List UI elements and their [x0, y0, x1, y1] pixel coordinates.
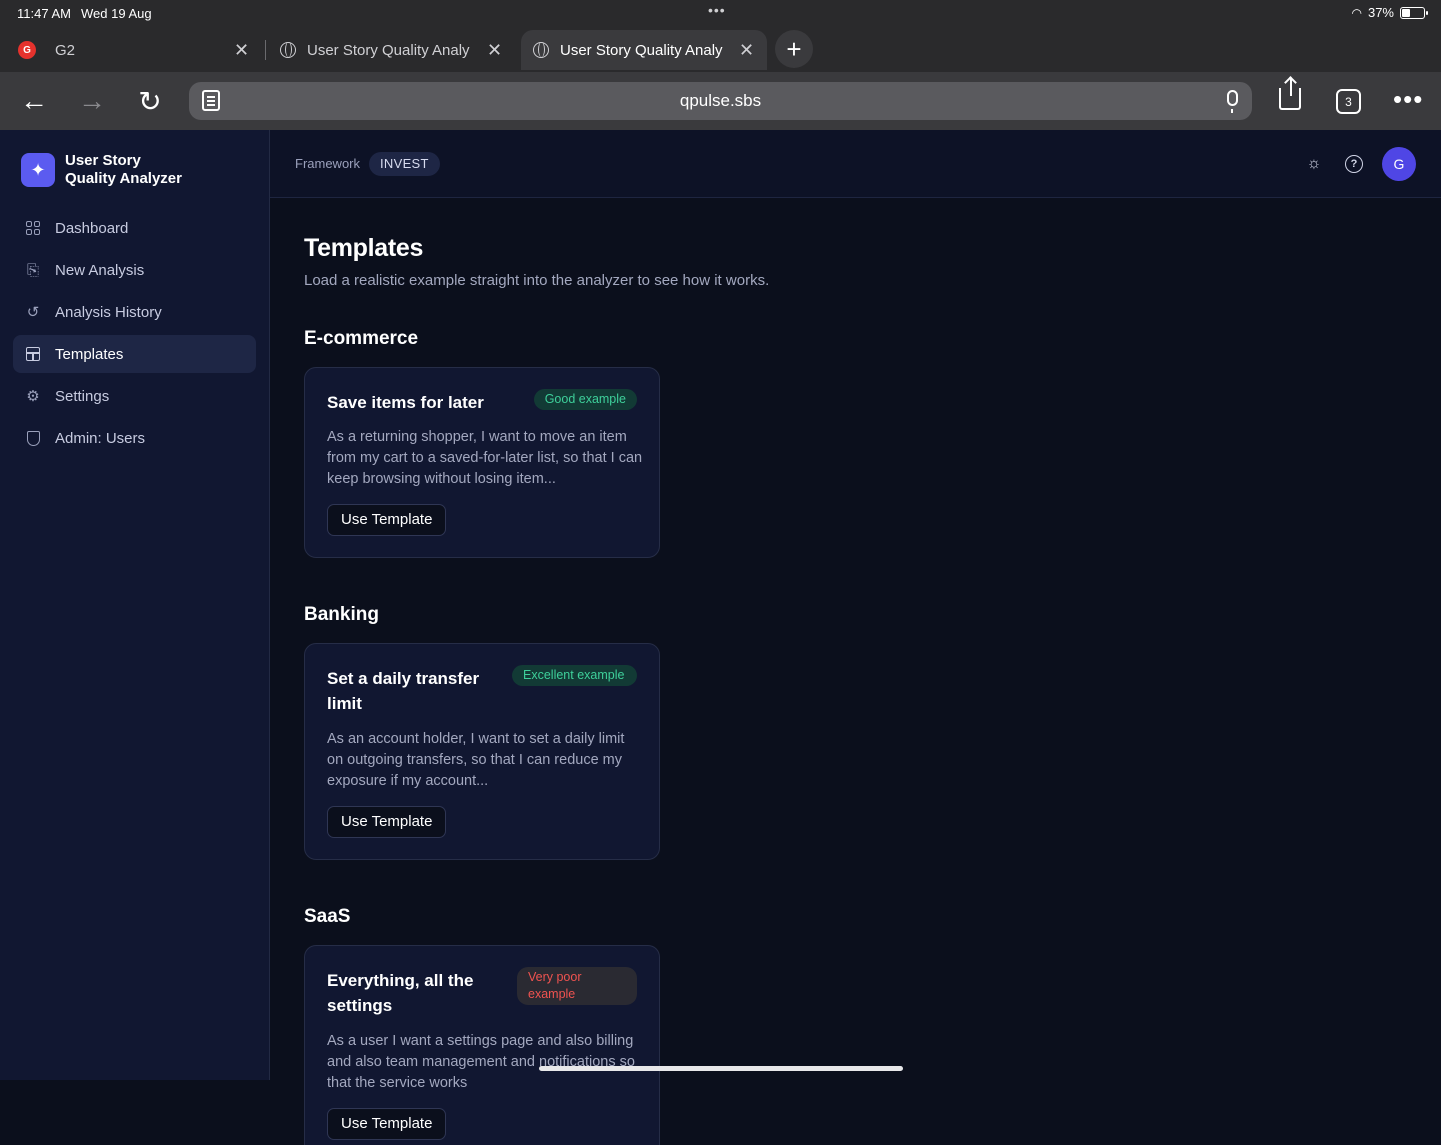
brand-name: User Story Quality Analyzer — [65, 152, 182, 187]
sidebar-item-dashboard[interactable]: Dashboard — [13, 209, 256, 247]
card-description: As a returning shopper, I want to move a… — [327, 429, 643, 487]
sidebar-item-label: Dashboard — [55, 219, 129, 237]
quality-badge: Good example — [533, 389, 637, 410]
share-icon[interactable] — [1279, 78, 1301, 110]
framework-selector[interactable]: INVEST — [369, 152, 440, 176]
globe-favicon-icon — [533, 42, 549, 58]
sidebar: ✦ User Story Quality Analyzer Dashboard … — [0, 130, 270, 1080]
battery-percent: 37% — [1367, 5, 1394, 20]
status-right: ◠ 37% — [1351, 5, 1428, 20]
use-template-button[interactable]: Use Template — [327, 1108, 447, 1140]
sidebar-item-settings[interactable]: ⚙ Settings — [13, 377, 256, 415]
more-options-icon[interactable]: ••• — [1393, 86, 1423, 112]
tab-title: User Story Quality Analy — [560, 41, 723, 59]
forward-arrow-icon[interactable]: → — [75, 84, 109, 118]
help-icon[interactable]: ? — [1345, 155, 1363, 173]
brand[interactable]: ✦ User Story Quality Analyzer — [21, 152, 195, 188]
template-card: Set a daily transfer limit Excellent exa… — [304, 643, 660, 860]
sidebar-item-templates[interactable]: Templates — [13, 335, 256, 373]
card-title: Everything, all the settings — [327, 971, 474, 1015]
section-title-saas: SaaS — [304, 906, 351, 927]
sidebar-item-label: Templates — [55, 345, 124, 363]
browser-tab-g2[interactable]: G G2 ✕ — [18, 30, 258, 70]
sidebar-item-label: Analysis History — [55, 303, 162, 321]
sidebar-item-label: Settings — [55, 387, 110, 405]
tab-overview-button[interactable]: 3 — [1336, 89, 1361, 114]
sidebar-item-label: Admin: Users — [55, 429, 146, 447]
address-bar[interactable]: qpulse.sbs — [189, 82, 1252, 120]
url-text: qpulse.sbs — [679, 91, 762, 110]
sidebar-item-analysis-history[interactable]: ↺ Analysis History — [13, 293, 256, 331]
template-layout-icon — [25, 346, 41, 362]
multitasking-dots-icon[interactable]: ••• — [708, 2, 726, 18]
battery-icon — [1400, 6, 1428, 19]
app: ✦ User Story Quality Analyzer Dashboard … — [0, 130, 1441, 1145]
framework-label: Framework — [295, 156, 361, 171]
template-card: Save items for later Good example As a r… — [304, 367, 660, 558]
section-title-banking: Banking — [304, 604, 379, 625]
section-title-ecommerce: E-commerce — [304, 328, 419, 349]
shield-icon — [25, 430, 41, 446]
quality-badge: Very poor example — [517, 967, 637, 1005]
use-template-button[interactable]: Use Template — [327, 806, 447, 838]
close-tab-icon[interactable]: ✕ — [739, 40, 754, 61]
gear-icon: ⚙ — [26, 388, 40, 405]
tab-title: User Story Quality Analy — [307, 41, 470, 59]
avatar[interactable]: G — [1382, 147, 1416, 181]
card-title: Set a daily transfer limit — [327, 669, 480, 713]
sparkle-logo-icon: ✦ — [21, 153, 55, 187]
sun-theme-toggle-icon[interactable]: ☼ — [1305, 155, 1323, 173]
template-card: Everything, all the settings Very poor e… — [304, 945, 660, 1145]
browser-tab-analyzer-1[interactable]: User Story Quality Analy ✕ — [280, 30, 510, 70]
card-description: As an account holder, I want to set a da… — [327, 731, 625, 789]
new-tab-button[interactable]: + — [775, 30, 813, 68]
topbar: Framework INVEST ☼ ? G — [270, 130, 1441, 198]
sidebar-nav: Dashboard ⎘ New Analysis ↺ Analysis Hist… — [13, 209, 256, 461]
sidebar-item-new-analysis[interactable]: ⎘ New Analysis — [13, 251, 256, 289]
history-icon: ↺ — [26, 304, 40, 321]
status-date: Wed 19 Aug — [81, 6, 152, 21]
dashboard-grid-icon — [25, 220, 41, 236]
close-tab-icon[interactable]: ✕ — [487, 40, 502, 61]
back-arrow-icon[interactable]: ← — [17, 84, 51, 118]
close-tab-icon[interactable]: ✕ — [234, 40, 249, 61]
tab-title: G2 — [55, 41, 76, 59]
card-description: As a user I want a settings page and als… — [327, 1033, 635, 1091]
card-title: Save items for later — [327, 393, 484, 412]
microphone-icon[interactable] — [1227, 90, 1238, 113]
home-indicator[interactable] — [539, 1066, 903, 1071]
g2-favicon-icon: G — [18, 41, 36, 59]
sidebar-item-label: New Analysis — [55, 261, 145, 279]
browser-tab-analyzer-active[interactable]: User Story Quality Analy ✕ — [521, 30, 767, 70]
status-time: 11:47 AM — [17, 6, 71, 21]
tab-divider — [265, 40, 266, 60]
reload-icon[interactable]: ↻ — [133, 84, 167, 118]
file-import-icon: ⎘ — [26, 261, 39, 279]
sidebar-item-admin-users[interactable]: Admin: Users — [13, 419, 256, 457]
browser-toolbar: ← → ↻ qpulse.sbs 3 ••• — [0, 72, 1441, 130]
wifi-icon: ◠ — [1351, 5, 1362, 20]
use-template-button[interactable]: Use Template — [327, 504, 447, 536]
page-subtitle: Load a realistic example straight into t… — [304, 272, 770, 289]
browser-tab-bar: G G2 ✕ User Story Quality Analy ✕ User S… — [0, 26, 1441, 72]
quality-badge: Excellent example — [512, 665, 637, 686]
globe-favicon-icon — [280, 42, 296, 58]
status-bar: 11:47 AM Wed 19 Aug ••• ◠ 37% — [0, 0, 1441, 26]
page-title: Templates — [304, 234, 424, 262]
